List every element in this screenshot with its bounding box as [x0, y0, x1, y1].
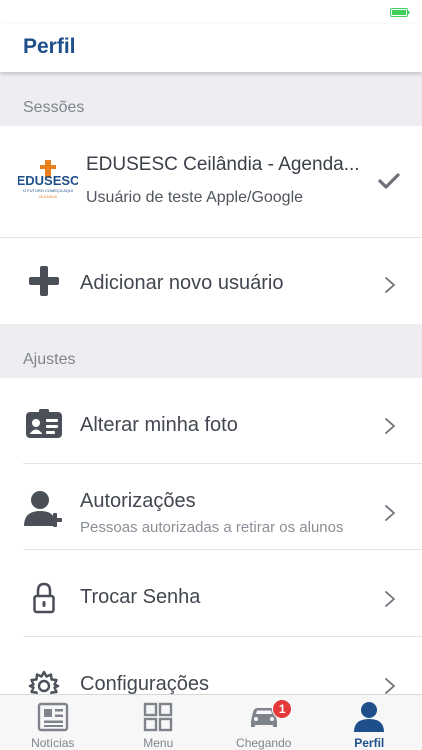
authorizations-button[interactable]: Autorizações Pessoas autorizadas a retir…: [0, 464, 422, 550]
svg-text:EDUSESC: EDUSESC: [18, 173, 78, 188]
tab-label: Perfil: [354, 736, 385, 750]
tab-profile[interactable]: Perfil: [317, 695, 422, 750]
edusesc-logo: EDUSESC O FUTURO COMEÇA AQUI CEILÂNDIA: [18, 160, 78, 199]
authorizations-subtitle: Pessoas autorizadas a retirar os alunos: [80, 519, 344, 536]
tab-arriving[interactable]: 1 Chegando: [211, 695, 317, 750]
battery-icon: [390, 8, 410, 17]
change-password-button[interactable]: Trocar Senha: [0, 550, 422, 637]
nav-header: Perfil: [0, 24, 422, 72]
tab-news[interactable]: Notícias: [0, 695, 106, 750]
add-person-icon: [23, 488, 65, 530]
notification-badge: 1: [272, 699, 293, 719]
grid-icon: [144, 702, 173, 732]
add-user-button[interactable]: Adicionar novo usuário: [0, 238, 422, 324]
plus-icon: [23, 260, 65, 302]
section-header-settings: Ajustes: [0, 324, 422, 378]
authorizations-label: Autorizações: [80, 490, 196, 512]
chevron-right-icon: [385, 591, 395, 607]
session-subtitle: Usuário de teste Apple/Google: [86, 189, 304, 206]
checkmark-icon: [378, 173, 400, 189]
chevron-right-icon: [385, 277, 395, 293]
tab-bar: Notícias Menu 1 Chegando Perfil: [0, 694, 422, 750]
section-title: Sessões: [23, 99, 85, 116]
lock-icon: [23, 577, 65, 619]
id-card-icon: [23, 403, 65, 445]
chevron-right-icon: [385, 418, 395, 434]
change-password-label: Trocar Senha: [80, 586, 201, 608]
change-photo-button[interactable]: Alterar minha foto: [0, 378, 422, 464]
change-photo-label: Alterar minha foto: [80, 414, 238, 436]
chevron-right-icon: [385, 678, 395, 694]
section-header-sessions: Sessões: [0, 72, 422, 126]
tab-label: Chegando: [236, 736, 292, 750]
svg-text:O FUTURO COMEÇA AQUI: O FUTURO COMEÇA AQUI: [23, 188, 73, 193]
section-title: Ajustes: [23, 351, 76, 368]
chevron-right-icon: [385, 505, 395, 521]
settings-button[interactable]: Configurações: [0, 637, 422, 702]
status-bar: [0, 0, 422, 24]
tab-label: Notícias: [31, 736, 75, 750]
newspaper-icon: [37, 702, 68, 732]
settings-label: Configurações: [80, 673, 209, 695]
person-icon: [354, 702, 385, 732]
tab-menu[interactable]: Menu: [106, 695, 212, 750]
tab-label: Menu: [143, 736, 174, 750]
add-user-label: Adicionar novo usuário: [80, 272, 284, 294]
session-title: EDUSESC Ceilândia - Agenda...: [86, 154, 360, 175]
page-title: Perfil: [23, 35, 76, 58]
session-row[interactable]: EDUSESC O FUTURO COMEÇA AQUI CEILÂNDIA E…: [0, 126, 422, 238]
svg-text:CEILÂNDIA: CEILÂNDIA: [39, 195, 58, 199]
